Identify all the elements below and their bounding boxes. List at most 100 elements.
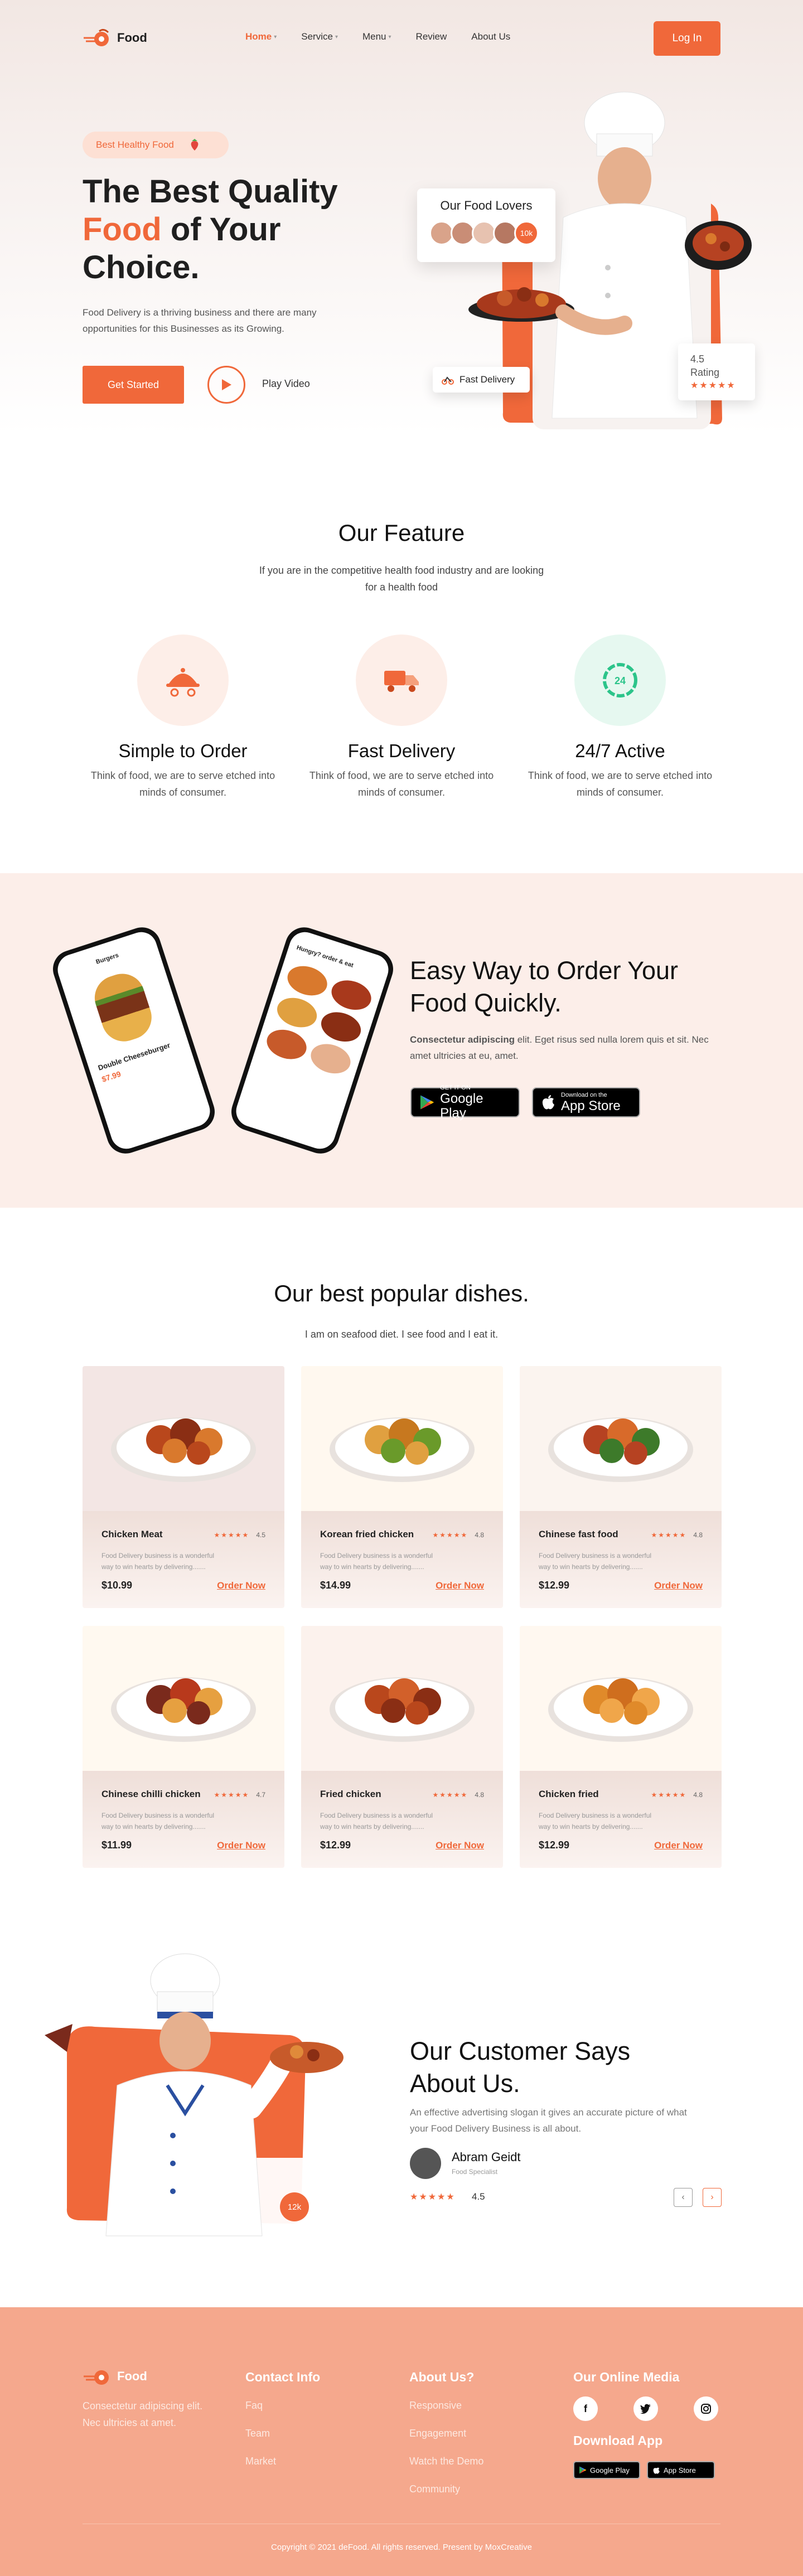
instagram-icon[interactable] (694, 2396, 718, 2421)
twitter-icon[interactable] (633, 2396, 658, 2421)
footer-link[interactable]: Responsive (409, 2400, 462, 2412)
dish-rating-value: 4.8 (475, 1531, 484, 1539)
menu-item-image (273, 993, 321, 1033)
nav-item-about[interactable]: About Us (471, 31, 510, 42)
testimonial-description: An effective advertising slogan it gives… (410, 2107, 687, 2134)
feature-icon-circle (356, 635, 447, 726)
order-now-link[interactable]: Order Now (436, 1580, 484, 1591)
phone-mockup-burgers: Burgers Double Cheeseburger $7.99 (48, 922, 223, 1159)
footer-tagline: Consectetur adipiscing elit. Nec ultrici… (83, 2400, 203, 2428)
nav-item-service[interactable]: Service ▾ (301, 31, 338, 42)
order-now-link[interactable]: Order Now (654, 1580, 703, 1591)
menu-grid (263, 961, 375, 1078)
order-now-link[interactable]: Order Now (436, 1840, 484, 1851)
google-play-icon (420, 1095, 434, 1110)
healthy-food-badge: Best Healthy Food (83, 132, 229, 158)
feature-icon-circle (137, 635, 229, 726)
order-now-link[interactable]: Order Now (217, 1840, 265, 1851)
footer-logo[interactable]: Food (83, 2366, 147, 2386)
footer-link[interactable]: Engagement (409, 2428, 466, 2439)
dishes-title: Our best popular dishes. (274, 1280, 529, 1306)
order-now-link[interactable]: Order Now (217, 1580, 265, 1591)
feature-desc: Think of food, we are to serve etched in… (528, 770, 713, 798)
facebook-icon[interactable]: f (573, 2396, 598, 2421)
dish-card[interactable]: Chicken fried ★★★★★ 4.8 Food Delivery busin… (520, 1626, 722, 1868)
feature-icon-circle: 24 (574, 635, 666, 726)
footer-link[interactable]: Community (409, 2483, 460, 2495)
dish-description: Food Delivery business is a wonderful wa… (539, 1812, 652, 1831)
testimonial-stars: ★★★★★ (410, 2192, 456, 2202)
menu-item-image (263, 1025, 311, 1064)
star-icons: ★★★★★ (651, 1531, 687, 1539)
app-store-button[interactable]: Download on the App Store (532, 1087, 640, 1117)
about-title: About Us? (409, 2370, 475, 2384)
food-lovers-card: Our Food Lovers 10k (417, 188, 555, 262)
star-icons: ★★★★★ (214, 1531, 250, 1539)
play-video-button[interactable] (207, 366, 245, 404)
footer-link[interactable]: Market (245, 2456, 276, 2467)
dishes-subtitle: I am on seafood diet. I see food and I e… (304, 1329, 499, 1340)
brand-logo[interactable]: Food (83, 28, 147, 48)
nav-label: Service (301, 31, 333, 42)
nav-label: Menu (362, 31, 386, 42)
store-main-label: App Store (664, 2466, 696, 2475)
chevron-right-icon: › (710, 2192, 714, 2202)
nav-item-home[interactable]: Home ▾ (245, 31, 277, 42)
nav-item-menu[interactable]: Menu ▾ (362, 31, 391, 42)
dish-card[interactable]: Chicken Meat ★★★★★ 4.5 Food Delivery busine… (83, 1366, 284, 1608)
order-now-link[interactable]: Order Now (654, 1840, 703, 1851)
rating-card: 4.5 Rating ★★★★★ (678, 343, 755, 400)
serving-cloche-icon (166, 668, 200, 697)
footer-link[interactable]: Team (245, 2428, 270, 2439)
prev-testimonial-button[interactable]: ‹ (674, 2188, 693, 2207)
store-top-label: GET IT ON (440, 1084, 471, 1091)
dish-description: Food Delivery business is a wonderful wa… (320, 1812, 433, 1831)
footer (0, 2307, 803, 2576)
dish-rating: ★★★★★ 4.8 (651, 1531, 703, 1539)
phone-screen: Hungry? order & eat (232, 928, 393, 1153)
dish-info: Fried chicken ★★★★★ 4.8 Food Delivery busin… (301, 1771, 503, 1868)
svg-text:24: 24 (615, 675, 626, 686)
play-video-label[interactable]: Play Video (262, 378, 310, 390)
dish-image (301, 1366, 503, 1511)
dish-card[interactable]: Korean fried chicken ★★★★★ 4.8 Food Deliver… (301, 1366, 503, 1608)
rating-label: Rating (690, 367, 720, 378)
star-icons: ★★★★★ (214, 1791, 250, 1799)
dish-price: $11.99 (101, 1839, 132, 1851)
play-icon (222, 379, 231, 390)
chef-testimonial-illustration (45, 1953, 344, 2236)
hero-title-rest: of Your (161, 211, 281, 248)
dish-image (83, 1366, 284, 1511)
login-button[interactable]: Log In (654, 21, 720, 56)
fast-delivery-label: Fast Delivery (459, 374, 515, 385)
footer-google-play-button[interactable]: Google Play (573, 2461, 640, 2479)
apple-icon (542, 1095, 554, 1110)
menu-item-image (327, 975, 375, 1015)
dish-rating-value: 4.8 (693, 1531, 703, 1539)
nav-item-review[interactable]: Review (416, 31, 447, 42)
chevron-down-icon: ▾ (388, 33, 391, 40)
dish-price: $12.99 (539, 1580, 570, 1591)
dish-card[interactable]: Fried chicken ★★★★★ 4.8 Food Delivery busin… (301, 1626, 503, 1868)
feature-title: Simple to Order (118, 740, 248, 761)
dish-rating-value: 4.7 (256, 1791, 265, 1799)
get-started-button[interactable]: Get Started (83, 366, 184, 404)
star-icons: ★★★★★ (432, 1791, 468, 1799)
dish-card[interactable]: Chinese chilli chicken ★★★★★ 4.7 Food Deliv… (83, 1626, 284, 1868)
strawberry-icon (191, 139, 199, 151)
dish-info: Chicken Meat ★★★★★ 4.5 Food Delivery busine… (83, 1511, 284, 1608)
google-play-button[interactable]: GET IT ON Google Play (410, 1084, 520, 1120)
phone-frame: Burgers Double Cheeseburger $7.99 (48, 922, 220, 1159)
dish-image (301, 1626, 503, 1771)
clock-24-icon: 24 (603, 663, 637, 698)
footer-link[interactable]: Faq (245, 2400, 263, 2412)
footer-link[interactable]: Watch the Demo (409, 2456, 483, 2467)
badge-label: Best Healthy Food (96, 139, 174, 150)
next-testimonial-button[interactable]: › (703, 2188, 722, 2207)
store-main-label: App Store (561, 1098, 621, 1113)
dish-rating: ★★★★★ 4.7 (214, 1791, 265, 1799)
footer-app-store-button[interactable]: App Store (647, 2461, 715, 2479)
download-title: Download App (573, 2433, 663, 2448)
dish-card[interactable]: Chinese fast food ★★★★★ 4.8 Food Delivery b… (520, 1366, 722, 1608)
dish-info: Chinese chilli chicken ★★★★★ 4.7 Food Deliv… (83, 1771, 284, 1868)
